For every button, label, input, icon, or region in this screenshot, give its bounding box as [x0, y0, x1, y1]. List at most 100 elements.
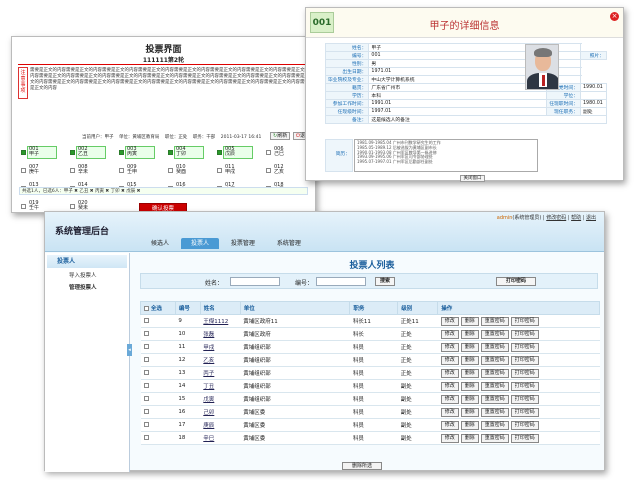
print-passwords-button[interactable]: 打印密码 — [496, 277, 536, 286]
cell-name[interactable]: 乙亥 — [200, 353, 241, 367]
column-header[interactable]: 全选 — [140, 301, 176, 315]
row-checkbox[interactable] — [143, 344, 149, 349]
cell-name[interactable]: 庚辰 — [200, 418, 241, 432]
candidate-checkbox[interactable] — [70, 204, 75, 209]
resume-textarea[interactable]: 1981.09-1985.04 广州市刊数学研究生的工作 1985.05-1989… — [354, 139, 538, 172]
nav-vote-manage[interactable]: 投票管理 — [221, 238, 265, 249]
close-window-button[interactable]: 关闭窗口 — [460, 175, 485, 182]
print-password-button[interactable]: 打印密码 — [510, 368, 539, 378]
reset-password-button[interactable]: 重置密码 — [480, 394, 509, 404]
delete-button[interactable]: 删除 — [460, 394, 479, 404]
row-checkbox[interactable] — [143, 396, 149, 401]
edit-button[interactable]: 修改 — [440, 407, 459, 417]
help-link[interactable]: 帮助 — [571, 215, 581, 221]
candidate-item[interactable]: 005 戊辰 — [217, 146, 255, 160]
cell-name[interactable]: 丙子 — [200, 366, 241, 380]
row-checkbox[interactable] — [143, 357, 149, 362]
delete-button[interactable]: 删除 — [460, 355, 479, 365]
cell-name[interactable]: 辛巳 — [200, 431, 241, 445]
print-password-button[interactable]: 打印密码 — [510, 420, 539, 430]
delete-button[interactable]: 删除 — [460, 316, 479, 326]
reset-password-button[interactable]: 重置密码 — [480, 355, 509, 365]
print-password-button[interactable]: 打印密码 — [510, 433, 539, 443]
candidate-checkbox[interactable] — [70, 150, 75, 155]
print-password-button[interactable]: 打印密码 — [510, 329, 539, 339]
row-checkbox[interactable] — [143, 383, 149, 388]
cell-name[interactable]: 己卯 — [200, 405, 241, 419]
delete-button[interactable]: 删除 — [460, 368, 479, 378]
delete-button[interactable]: 删除 — [460, 381, 479, 391]
candidate-item[interactable]: 007 庚午 — [21, 164, 59, 178]
candidate-item[interactable]: 004 丁卯 — [168, 146, 206, 160]
select-all-checkbox[interactable] — [144, 306, 149, 311]
row-checkbox[interactable] — [143, 409, 149, 414]
close-icon[interactable]: × — [610, 12, 619, 21]
candidate-item[interactable]: 012 乙亥 — [266, 164, 304, 178]
cell-name[interactable]: 王傑1112 — [200, 314, 241, 328]
row-checkbox[interactable] — [143, 318, 149, 323]
sidebar-item-import[interactable]: 导入投票人 — [45, 270, 129, 282]
candidate-checkbox[interactable] — [168, 150, 173, 155]
change-password-link[interactable]: 修改密码 — [546, 215, 566, 221]
name-search-input[interactable] — [230, 277, 280, 286]
candidate-checkbox[interactable] — [21, 150, 26, 155]
candidate-item[interactable]: 010 癸酉 — [168, 164, 206, 178]
edit-button[interactable]: 修改 — [440, 368, 459, 378]
edit-button[interactable]: 修改 — [440, 342, 459, 352]
nav-system[interactable]: 系统管理 — [267, 238, 311, 249]
reset-password-button[interactable]: 重置密码 — [480, 433, 509, 443]
sidebar-item-manage[interactable]: 管理投票人 — [45, 282, 129, 294]
edit-button[interactable]: 修改 — [440, 433, 459, 443]
print-password-button[interactable]: 打印密码 — [510, 316, 539, 326]
print-password-button[interactable]: 打印密码 — [510, 342, 539, 352]
candidate-item[interactable]: 006 己巳 — [266, 146, 304, 160]
edit-button[interactable]: 修改 — [440, 381, 459, 391]
reset-password-button[interactable]: 重置密码 — [480, 368, 509, 378]
candidate-checkbox[interactable] — [70, 168, 75, 173]
collapse-sidebar-icon[interactable]: ◂ — [127, 344, 132, 356]
candidate-item[interactable]: 011 甲戌 — [217, 164, 255, 178]
delete-button[interactable]: 删除 — [460, 329, 479, 339]
delete-button[interactable]: 删除 — [460, 407, 479, 417]
cell-name[interactable]: 甲戌 — [200, 340, 241, 354]
logout-link[interactable]: 退出 — [586, 215, 596, 221]
candidate-checkbox[interactable] — [217, 168, 222, 173]
row-checkbox[interactable] — [143, 370, 149, 375]
reset-password-button[interactable]: 重置密码 — [480, 407, 509, 417]
search-button[interactable]: 搜索 — [375, 277, 395, 286]
nav-candidates[interactable]: 候选人 — [141, 238, 179, 249]
delete-button[interactable]: 删除 — [460, 433, 479, 443]
candidate-checkbox[interactable] — [266, 168, 271, 173]
candidate-item[interactable]: 001 甲子 — [21, 146, 59, 160]
candidate-checkbox[interactable] — [217, 150, 222, 155]
cell-name[interactable]: 戊寅 — [200, 392, 241, 406]
candidate-item[interactable]: 008 辛未 — [70, 164, 108, 178]
reset-password-button[interactable]: 重置密码 — [480, 329, 509, 339]
candidate-checkbox[interactable] — [266, 150, 271, 155]
candidate-item[interactable]: 009 壬申 — [119, 164, 157, 178]
reset-password-button[interactable]: 重置密码 — [480, 316, 509, 326]
row-checkbox[interactable] — [143, 331, 149, 336]
reset-password-button[interactable]: 重置密码 — [480, 381, 509, 391]
delete-selected-button[interactable]: 删除所选 — [342, 462, 382, 470]
row-checkbox[interactable] — [143, 435, 149, 440]
candidate-item[interactable]: 002 乙丑 — [70, 146, 108, 160]
delete-button[interactable]: 删除 — [460, 342, 479, 352]
print-password-button[interactable]: 打印密码 — [510, 407, 539, 417]
number-search-input[interactable] — [316, 277, 366, 286]
print-password-button[interactable]: 打印密码 — [510, 394, 539, 404]
candidate-item[interactable]: 003 丙寅 — [119, 146, 157, 160]
reset-password-button[interactable]: 重置密码 — [480, 420, 509, 430]
edit-button[interactable]: 修改 — [440, 329, 459, 339]
candidate-checkbox[interactable] — [21, 168, 26, 173]
reset-password-button[interactable]: 重置密码 — [480, 342, 509, 352]
candidate-checkbox[interactable] — [168, 168, 173, 173]
print-password-button[interactable]: 打印密码 — [510, 355, 539, 365]
candidate-checkbox[interactable] — [119, 168, 124, 173]
edit-button[interactable]: 修改 — [440, 420, 459, 430]
delete-button[interactable]: 删除 — [460, 420, 479, 430]
candidate-checkbox[interactable] — [21, 204, 26, 209]
cell-name[interactable]: 张磊 — [200, 327, 241, 341]
print-password-button[interactable]: 打印密码 — [510, 381, 539, 391]
edit-button[interactable]: 修改 — [440, 394, 459, 404]
